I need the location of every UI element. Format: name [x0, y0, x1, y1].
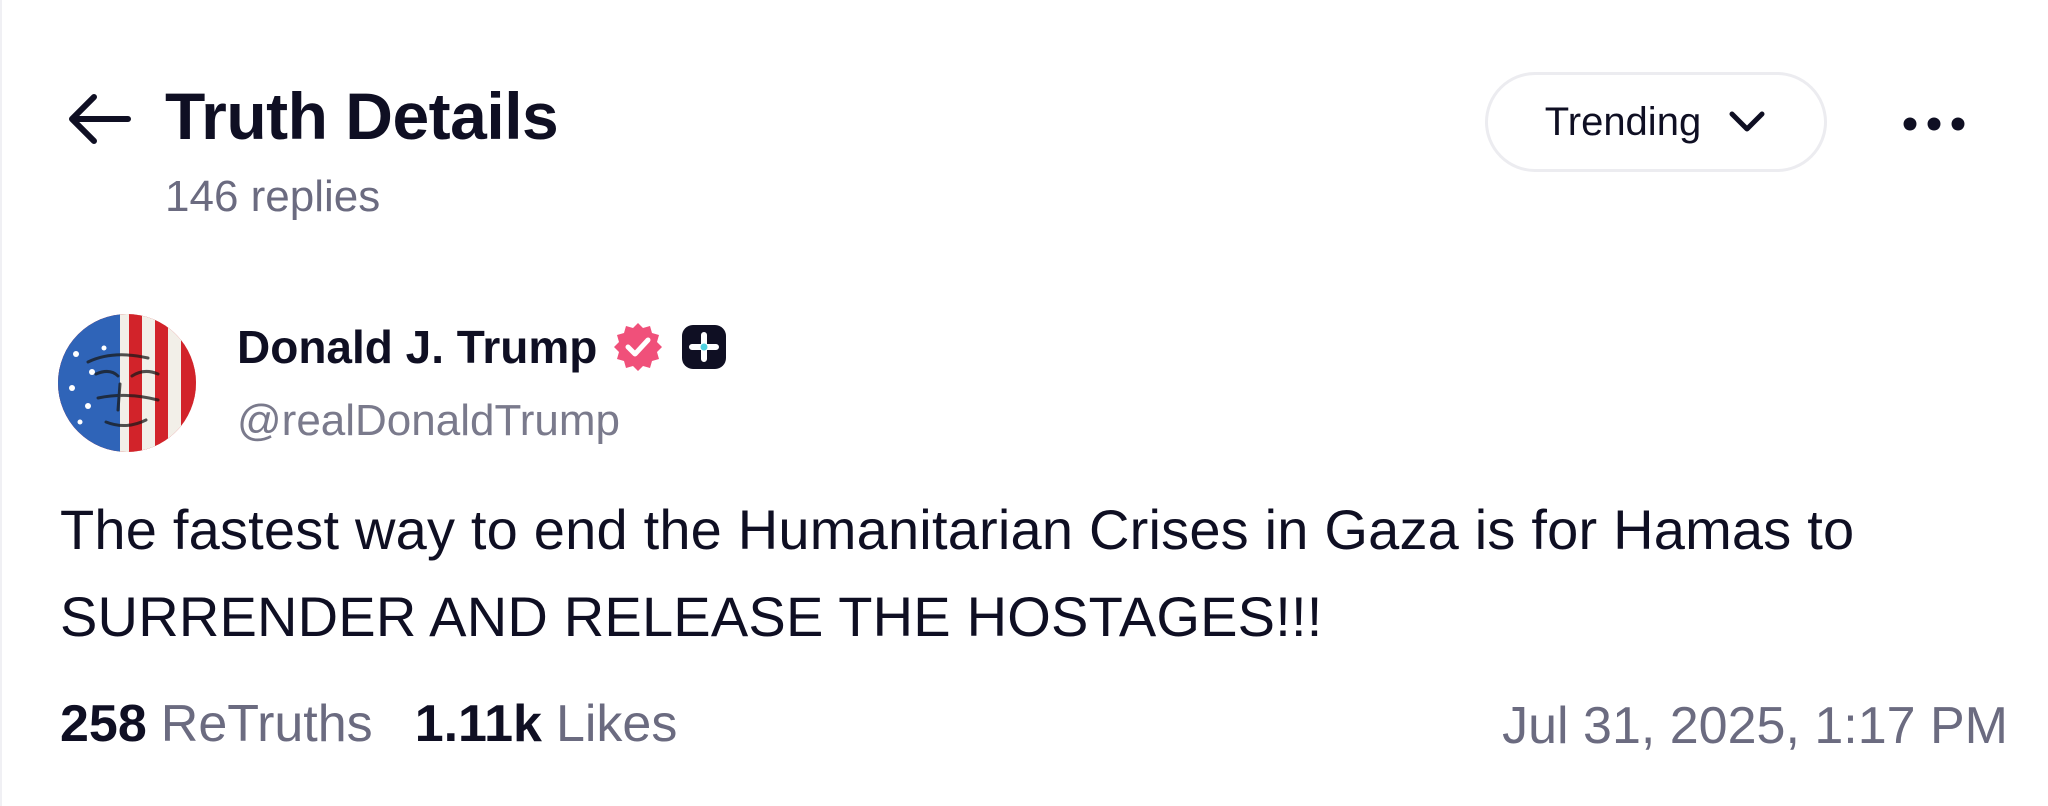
likes-count[interactable]: 1.11k: [415, 694, 542, 754]
back-button[interactable]: [58, 82, 138, 156]
more-options-button[interactable]: [1890, 96, 1978, 152]
chevron-down-icon: [1727, 108, 1767, 136]
avatar[interactable]: [58, 314, 196, 452]
author-display-name[interactable]: Donald J. Trump: [237, 320, 597, 374]
verified-badge-icon: [611, 320, 665, 374]
retruths-count[interactable]: 258: [60, 694, 147, 754]
post-body-text: The fastest way to end the Humanitarian …: [60, 498, 1855, 648]
page-header: Truth Details 146 replies Trending: [2, 0, 2048, 270]
more-horizontal-icon: [1903, 117, 1965, 131]
replies-count: 146 replies: [165, 172, 381, 221]
likes-label[interactable]: Likes: [556, 694, 677, 754]
author-handle[interactable]: @realDonaldTrump: [237, 396, 620, 446]
arrow-left-icon: [69, 94, 131, 144]
truth-post: Donald J. Trump @realDonaldTrump The fas…: [2, 280, 2048, 806]
truth-details-page: Truth Details 146 replies Trending Donal…: [0, 0, 2048, 806]
post-timestamp: Jul 31, 2025, 1:17 PM: [1502, 697, 2008, 755]
plus-badge-icon: [679, 322, 729, 372]
sort-dropdown[interactable]: Trending: [1485, 72, 1827, 172]
sort-dropdown-label: Trending: [1544, 99, 1702, 144]
post-stats: 258 ReTruths 1.11k Likes: [60, 694, 677, 754]
retruths-label[interactable]: ReTruths: [161, 694, 373, 754]
author-name-row: Donald J. Trump: [237, 320, 729, 374]
page-title: Truth Details: [165, 79, 559, 153]
